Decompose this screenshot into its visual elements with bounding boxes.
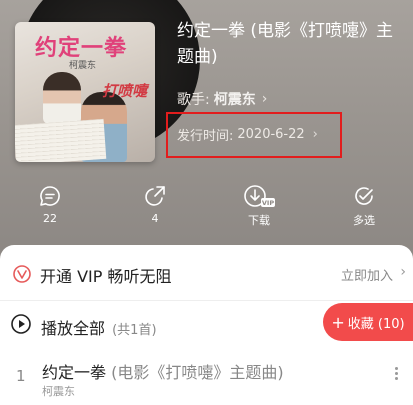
- download-label: 下载: [248, 214, 270, 227]
- chevron-right-icon: ›: [261, 91, 268, 107]
- cover-figure-girl: [43, 72, 81, 124]
- share-button[interactable]: 4: [125, 182, 185, 225]
- share-icon: [125, 182, 185, 210]
- cover-film-logo: 打喷嚏: [101, 82, 147, 100]
- song-list-sheet: 开通 VIP 畅听无阻 立即加入 › 播放全部 (共1首) + 收藏 (10) …: [0, 245, 413, 405]
- chevron-right-icon: ›: [400, 264, 406, 280]
- collect-button[interactable]: + 收藏 (10): [323, 303, 413, 341]
- plus-icon: +: [331, 312, 345, 332]
- check-circle-icon: [334, 182, 394, 210]
- vip-badge-text: VIP: [262, 199, 274, 207]
- cover-artist-art: 柯震东: [69, 61, 97, 71]
- highlight-box: [166, 112, 342, 158]
- multiselect-button[interactable]: 多选: [334, 182, 394, 228]
- more-options-icon[interactable]: [393, 365, 399, 385]
- vip-crown-icon: [12, 264, 32, 288]
- vip-banner-text: 开通 VIP 畅听无阻: [40, 267, 172, 286]
- comment-button[interactable]: 22: [20, 182, 80, 225]
- multiselect-label: 多选: [353, 214, 375, 227]
- comment-icon: [20, 182, 80, 210]
- cover-newspaper: [15, 118, 107, 162]
- play-all-label: 播放全部: [41, 319, 106, 338]
- comment-count: 22: [43, 212, 57, 225]
- track-count: (共1首): [112, 323, 157, 338]
- track-index: 1: [16, 367, 26, 385]
- collect-label: 收藏 (10): [347, 316, 405, 332]
- join-vip-link[interactable]: 立即加入: [341, 265, 393, 284]
- track-row[interactable]: 1 约定一拳 (电影《打喷嚏》主题曲) 柯震东: [0, 355, 413, 403]
- download-button[interactable]: VIP 下载: [229, 182, 289, 228]
- track-artist: 柯震东: [42, 385, 75, 398]
- download-vip-icon: VIP: [229, 182, 289, 210]
- action-bar: 22 4 VIP 下载 多选: [0, 182, 413, 232]
- singer-link[interactable]: 歌手: 柯震东 ›: [177, 89, 267, 109]
- track-subtitle: (电影《打喷嚏》主题曲): [106, 363, 284, 382]
- singer-label: 歌手:: [177, 92, 210, 108]
- album-cover[interactable]: 约定一拳 柯震东 打喷嚏: [15, 22, 155, 162]
- track-title: 约定一拳: [42, 363, 107, 382]
- play-circle-icon: [10, 313, 32, 339]
- vip-banner[interactable]: 开通 VIP 畅听无阻 立即加入 ›: [0, 245, 413, 301]
- share-count: 4: [151, 212, 159, 225]
- song-title: 约定一拳 (电影《打喷嚏》主题曲): [177, 21, 394, 67]
- singer-name: 柯震东: [213, 92, 256, 108]
